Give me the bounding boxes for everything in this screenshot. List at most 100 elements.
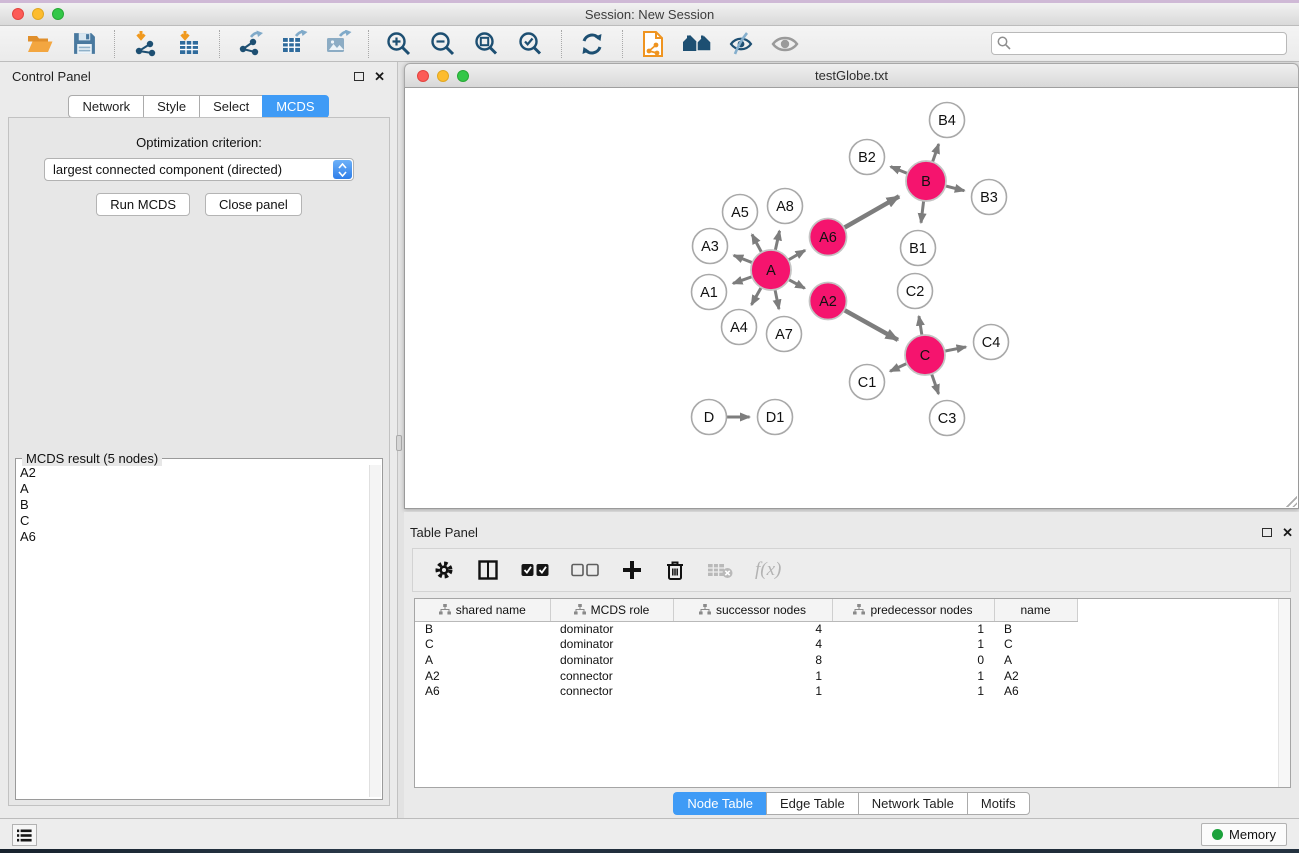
table-row[interactable]: A2connector11A2 bbox=[415, 668, 1077, 684]
column-visibility-icon[interactable] bbox=[477, 559, 499, 581]
graph-node-C1[interactable]: C1 bbox=[850, 365, 885, 400]
svg-text:C4: C4 bbox=[982, 335, 1001, 351]
vertical-splitter-handle[interactable] bbox=[396, 435, 402, 451]
graph-node-A6[interactable]: A6 bbox=[810, 219, 847, 256]
graph-node-C[interactable]: C bbox=[905, 335, 945, 375]
float-panel-icon[interactable] bbox=[354, 72, 364, 81]
tab-style[interactable]: Style bbox=[143, 95, 199, 118]
table-row[interactable]: Cdominator41C bbox=[415, 637, 1077, 653]
graph-node-B3[interactable]: B3 bbox=[972, 180, 1007, 215]
table-row[interactable]: Adominator80A bbox=[415, 652, 1077, 668]
run-mcds-button[interactable]: Run MCDS bbox=[96, 193, 190, 216]
network-minimize-button[interactable] bbox=[437, 70, 449, 82]
column-header-shared-name[interactable]: shared name bbox=[415, 599, 550, 621]
zoom-window-button[interactable] bbox=[52, 8, 64, 20]
import-table-icon[interactable] bbox=[173, 29, 205, 59]
graph-node-A5[interactable]: A5 bbox=[723, 195, 758, 230]
close-table-panel-icon[interactable]: ✕ bbox=[1282, 526, 1293, 539]
close-panel-icon[interactable]: ✕ bbox=[374, 70, 385, 83]
tab-network-table[interactable]: Network Table bbox=[858, 792, 967, 815]
mcds-result-item[interactable]: C bbox=[20, 513, 368, 529]
graph-node-C2[interactable]: C2 bbox=[898, 274, 933, 309]
network-canvas[interactable]: B4 B2 B B3 A8 A5 A6 A3 B1 A C2 A1 A2 A4 A7 C4 C C1 C3 D D1 bbox=[404, 88, 1299, 509]
export-image-icon[interactable] bbox=[322, 29, 354, 59]
table-scrollbar[interactable] bbox=[1278, 599, 1290, 787]
zoom-in-icon[interactable] bbox=[383, 29, 415, 59]
tab-motifs[interactable]: Motifs bbox=[967, 792, 1030, 815]
close-panel-button[interactable]: Close panel bbox=[205, 193, 302, 216]
tab-network[interactable]: Network bbox=[68, 95, 143, 118]
tab-mcds[interactable]: MCDS bbox=[262, 95, 328, 118]
graph-node-D[interactable]: D bbox=[692, 400, 727, 435]
show-all-networks-icon[interactable] bbox=[681, 29, 713, 59]
graph-node-C4[interactable]: C4 bbox=[974, 325, 1009, 360]
deselect-all-checkboxes-icon[interactable] bbox=[571, 563, 599, 577]
table-panel-title: Table Panel bbox=[410, 525, 478, 540]
svg-text:B1: B1 bbox=[909, 241, 927, 257]
graph-node-A1[interactable]: A1 bbox=[692, 275, 727, 310]
mcds-result-item[interactable]: A bbox=[20, 481, 368, 497]
network-graph[interactable]: B4 B2 B B3 A8 A5 A6 A3 B1 A C2 A1 A2 A4 A7 C4 C C1 C3 D D1 bbox=[405, 88, 1298, 507]
graph-node-A2[interactable]: A2 bbox=[810, 283, 847, 320]
svg-text:A3: A3 bbox=[701, 239, 719, 255]
function-builder-icon[interactable]: f(x) bbox=[755, 559, 781, 581]
column-header-predecessor-nodes[interactable]: predecessor nodes bbox=[832, 599, 994, 621]
criterion-dropdown[interactable]: largest connected component (directed) bbox=[44, 158, 354, 181]
export-table-icon[interactable] bbox=[278, 29, 310, 59]
zoom-selected-icon[interactable] bbox=[515, 29, 547, 59]
memory-label: Memory bbox=[1229, 827, 1276, 842]
refresh-view-icon[interactable] bbox=[576, 29, 608, 59]
close-window-button[interactable] bbox=[12, 8, 24, 20]
new-network-icon[interactable] bbox=[637, 29, 669, 59]
zoom-fit-icon[interactable] bbox=[471, 29, 503, 59]
network-zoom-button[interactable] bbox=[457, 70, 469, 82]
graph-node-A7[interactable]: A7 bbox=[767, 317, 802, 352]
graph-node-B1[interactable]: B1 bbox=[901, 231, 936, 266]
import-network-icon[interactable] bbox=[129, 29, 161, 59]
memory-button[interactable]: Memory bbox=[1201, 823, 1287, 846]
mcds-result-item[interactable]: A2 bbox=[20, 465, 368, 481]
mcds-result-item[interactable]: A6 bbox=[20, 529, 368, 545]
search-input[interactable] bbox=[991, 32, 1287, 55]
minimize-window-button[interactable] bbox=[32, 8, 44, 20]
graph-node-A3[interactable]: A3 bbox=[693, 229, 728, 264]
column-type-icon bbox=[439, 604, 451, 615]
select-all-checkboxes-icon[interactable] bbox=[521, 563, 549, 577]
graph-node-D1[interactable]: D1 bbox=[758, 400, 793, 435]
graph-node-C3[interactable]: C3 bbox=[930, 401, 965, 436]
save-session-icon[interactable] bbox=[68, 29, 100, 59]
network-close-button[interactable] bbox=[417, 70, 429, 82]
export-network-icon[interactable] bbox=[234, 29, 266, 59]
tab-node-table[interactable]: Node Table bbox=[673, 792, 766, 815]
graph-node-B[interactable]: B bbox=[906, 161, 946, 201]
table-row[interactable]: A6connector11A6 bbox=[415, 683, 1077, 699]
zoom-out-icon[interactable] bbox=[427, 29, 459, 59]
graph-node-B2[interactable]: B2 bbox=[850, 140, 885, 175]
mcds-result-item[interactable]: B bbox=[20, 497, 368, 513]
result-scrollbar[interactable] bbox=[369, 465, 381, 797]
graph-node-A4[interactable]: A4 bbox=[722, 310, 757, 345]
hide-unhide-icon[interactable] bbox=[725, 29, 757, 59]
column-header-successor-nodes[interactable]: successor nodes bbox=[673, 599, 832, 621]
graph-node-A[interactable]: A bbox=[751, 250, 791, 290]
table-row[interactable]: Bdominator41B bbox=[415, 621, 1077, 637]
search-field-wrap bbox=[991, 32, 1287, 55]
network-window-title: testGlobe.txt bbox=[815, 68, 888, 83]
show-graphics-details-icon[interactable] bbox=[769, 29, 801, 59]
graph-node-B4[interactable]: B4 bbox=[930, 103, 965, 138]
task-history-icon[interactable] bbox=[12, 824, 37, 846]
table-settings-icon[interactable] bbox=[433, 559, 455, 581]
tab-edge-table[interactable]: Edge Table bbox=[766, 792, 858, 815]
graph-node-A8[interactable]: A8 bbox=[768, 189, 803, 224]
tab-select[interactable]: Select bbox=[199, 95, 262, 118]
mcds-result-box: MCDS result (5 nodes) A2ABCA6 bbox=[15, 458, 383, 800]
delete-columns-icon[interactable] bbox=[665, 559, 685, 581]
column-header-MCDS-role[interactable]: MCDS role bbox=[550, 599, 673, 621]
create-column-icon[interactable] bbox=[621, 559, 643, 581]
float-table-panel-icon[interactable] bbox=[1262, 528, 1272, 537]
column-header-name[interactable]: name bbox=[994, 599, 1077, 621]
open-session-icon[interactable] bbox=[24, 29, 56, 59]
node-table-grid[interactable]: shared nameMCDS rolesuccessor nodesprede… bbox=[415, 599, 1078, 699]
clear-table-icon[interactable] bbox=[707, 561, 733, 579]
svg-text:A7: A7 bbox=[775, 327, 793, 343]
